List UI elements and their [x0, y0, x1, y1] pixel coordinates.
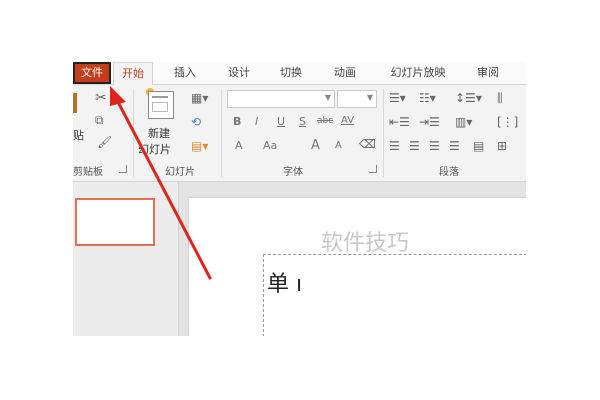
clear-format-icon[interactable]: ⌫ — [359, 137, 376, 151]
font-color-button[interactable]: A — [235, 139, 243, 152]
group-separator — [221, 89, 222, 177]
distributed-icon[interactable]: ▤ — [473, 139, 484, 153]
clipboard-launcher-icon[interactable] — [119, 165, 127, 173]
layout-icon[interactable]: ▦▾ — [191, 91, 208, 105]
underline-button[interactable]: U — [277, 115, 285, 128]
font-launcher-icon[interactable] — [369, 165, 377, 173]
tab-file[interactable]: 文件 — [73, 62, 111, 84]
paste-label[interactable]: 贴 — [73, 127, 84, 143]
align-right-icon[interactable]: ☰ — [429, 139, 440, 153]
slide-partial-text: 单 ı — [267, 272, 303, 297]
align-center-icon[interactable]: ☰ — [409, 139, 420, 153]
slide-thumbnail-pane — [73, 182, 179, 336]
clipboard-group-label: 剪贴板 — [73, 167, 103, 178]
new-slide-label-2[interactable]: 幻灯片 — [138, 141, 171, 157]
text-direction-icon[interactable]: ⫼ — [497, 91, 503, 105]
scissors-icon[interactable]: ✂ — [95, 91, 107, 105]
slide-thumbnail[interactable] — [75, 198, 155, 246]
tab-transitions[interactable]: 切换 — [271, 62, 311, 84]
increase-indent-icon[interactable]: ⇥☰ — [419, 115, 440, 129]
copy-icon[interactable]: ⧉ — [95, 113, 104, 127]
reset-icon[interactable]: ⟲ — [191, 115, 201, 129]
new-slide-label-1[interactable]: 新建 — [148, 125, 170, 141]
font-size-combo[interactable]: ▼ — [337, 90, 377, 108]
align-text-icon[interactable]: [⋮] — [497, 115, 518, 129]
ribbon-home: ✂ ⧉ 🖌 贴 剪贴板 新建 幻灯片 ▦▾ ⟲ ▤▾ 幻灯片 ▼ ▼ B I U… — [73, 85, 526, 182]
font-name-combo[interactable]: ▼ — [227, 90, 335, 108]
bold-button[interactable]: B — [233, 115, 241, 128]
columns-icon[interactable]: ▥▾ — [455, 115, 472, 129]
numbering-icon[interactable]: ☷▾ — [419, 91, 436, 105]
group-separator — [133, 89, 134, 177]
slide-canvas[interactable]: 软件技巧 单 ı — [189, 198, 526, 336]
decrease-indent-icon[interactable]: ⇤☰ — [389, 115, 410, 129]
slides-group-label: 幻灯片 — [165, 167, 195, 178]
shadow-button[interactable]: S — [299, 115, 306, 128]
char-spacing-button[interactable]: AV — [341, 115, 354, 126]
tab-slideshow[interactable]: 幻灯片放映 — [378, 62, 458, 84]
tab-design[interactable]: 设计 — [219, 62, 259, 84]
font-group-label: 字体 — [283, 167, 303, 178]
watermark-text: 软件技巧 — [321, 231, 410, 256]
bullets-icon[interactable]: ☰▾ — [389, 91, 406, 105]
tab-animations[interactable]: 动画 — [325, 62, 365, 84]
format-painter-icon[interactable]: 🖌 — [97, 135, 112, 149]
italic-button[interactable]: I — [255, 115, 258, 128]
tab-home[interactable]: 开始 — [113, 62, 153, 85]
section-icon[interactable]: ▤▾ — [191, 139, 208, 153]
title-placeholder[interactable] — [263, 254, 526, 336]
align-left-icon[interactable]: ☰ — [389, 139, 400, 153]
tab-review[interactable]: 审阅 — [468, 62, 508, 84]
new-slide-icon[interactable] — [148, 91, 174, 119]
group-separator — [383, 89, 384, 177]
paste-icon[interactable] — [73, 93, 77, 113]
justify-icon[interactable]: ☰ — [449, 139, 460, 153]
grow-font-button[interactable]: A — [311, 138, 320, 153]
ribbon-tab-bar: 文件 开始 插入 设计 切换 动画 幻灯片放映 审阅 — [73, 62, 526, 85]
workspace: 软件技巧 单 ı — [73, 182, 526, 336]
tab-insert[interactable]: 插入 — [165, 62, 205, 84]
strikethrough-button[interactable]: abc — [317, 116, 333, 126]
change-case-button[interactable]: Aa — [263, 139, 277, 152]
smartart-icon[interactable]: ⊞ — [497, 139, 507, 153]
paragraph-group-label: 段落 — [439, 167, 459, 178]
shrink-font-button[interactable]: A — [335, 140, 342, 151]
line-spacing-icon[interactable]: ↕☰▾ — [455, 91, 482, 105]
powerpoint-window: 文件 开始 插入 设计 切换 动画 幻灯片放映 审阅 ✂ ⧉ 🖌 贴 剪贴板 新… — [73, 62, 526, 336]
